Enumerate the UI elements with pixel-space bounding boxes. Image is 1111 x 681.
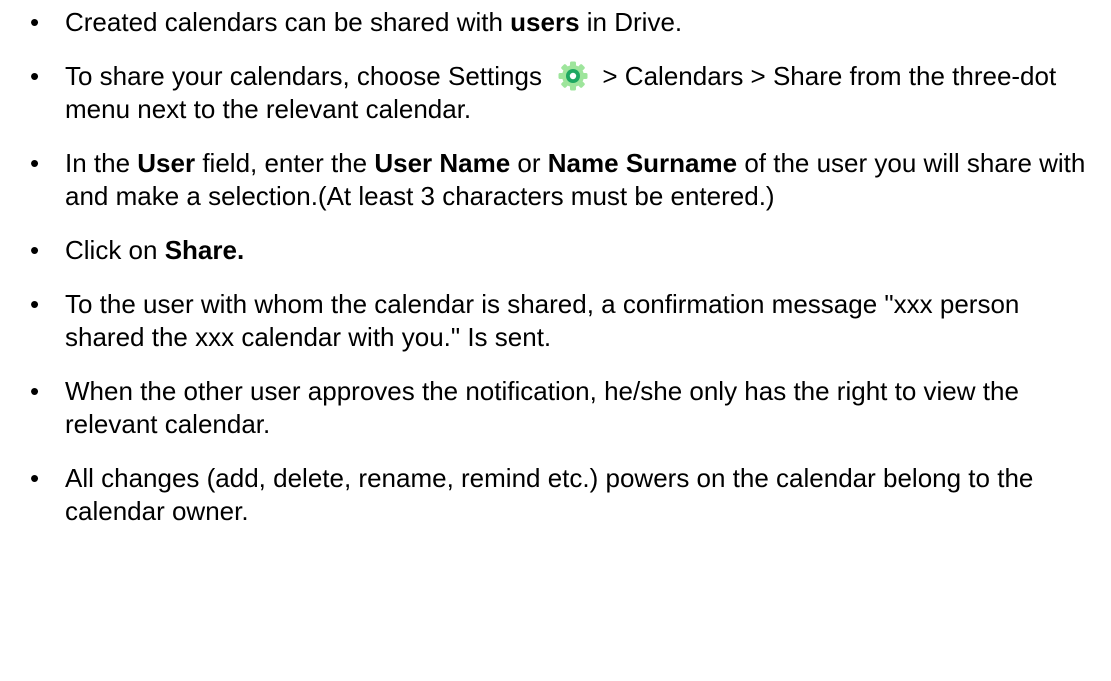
bullet-text: Created calendars can be shared with xyxy=(65,7,511,37)
bullet-text: or xyxy=(510,148,548,178)
bullet-dot: • xyxy=(30,148,40,178)
bullet-item-1: • Created calendars can be shared with u… xyxy=(30,6,1101,39)
bullet-item-7: • All changes (add, delete, rename, remi… xyxy=(30,462,1101,528)
bullet-text: In the xyxy=(65,148,138,178)
bold-user: User xyxy=(137,148,196,178)
bullet-text: Click on xyxy=(65,235,165,265)
bullet-list: • Created calendars can be shared with u… xyxy=(0,6,1111,528)
bullet-text: To the user with whom the calendar is sh… xyxy=(65,289,1020,352)
bullet-item-3: • In the User field, enter the User Name… xyxy=(30,147,1101,213)
bullet-dot: • xyxy=(30,463,40,493)
bullet-item-5: • To the user with whom the calendar is … xyxy=(30,288,1101,354)
bold-user-name: User Name xyxy=(374,148,511,178)
bold-name-surname: Name Surname xyxy=(547,148,738,178)
settings-gear-icon xyxy=(549,60,595,93)
bullet-dot: • xyxy=(30,235,40,265)
bullet-dot: • xyxy=(30,289,40,319)
bullet-item-4: • Click on Share. xyxy=(30,234,1101,267)
bullet-text: To share your calendars, choose Settings xyxy=(65,61,550,91)
bullet-item-2: • To share your calendars, choose Settin… xyxy=(30,60,1101,126)
bullet-item-6: • When the other user approves the notif… xyxy=(30,375,1101,441)
bullet-dot: • xyxy=(30,376,40,406)
slide: • Created calendars can be shared with u… xyxy=(0,0,1111,681)
bold-users: users xyxy=(510,7,580,37)
bullet-text: in Drive. xyxy=(579,7,683,37)
bold-share: Share. xyxy=(164,235,245,265)
bullet-text: All changes (add, delete, rename, remind… xyxy=(65,463,1034,526)
bullet-text: When the other user approves the notific… xyxy=(65,376,1019,439)
bullet-dot: • xyxy=(30,7,40,37)
bullet-dot: • xyxy=(30,61,40,91)
bullet-text: field, enter the xyxy=(195,148,375,178)
